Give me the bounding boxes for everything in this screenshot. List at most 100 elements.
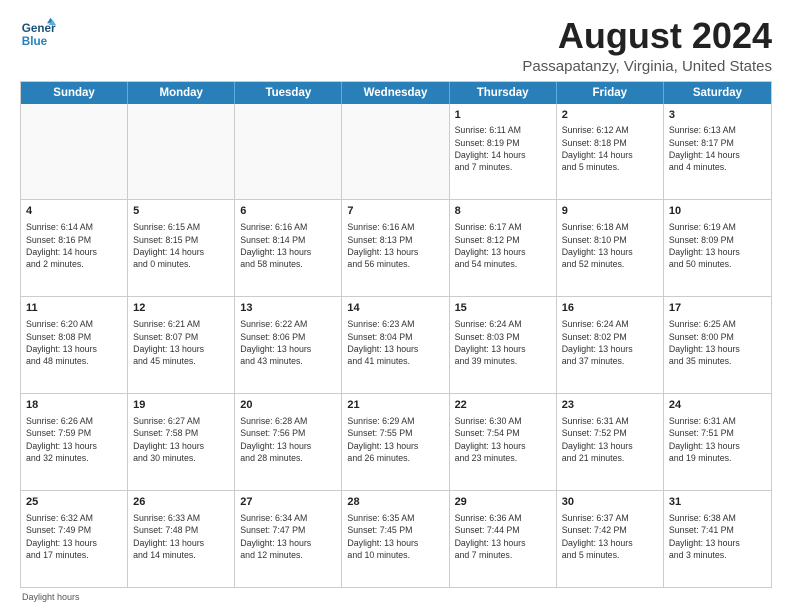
calendar-cell: 12 Sunrise: 6:21 AM Sunset: 8:07 PM Dayli… [128,297,235,393]
calendar-cell: 5 Sunrise: 6:15 AM Sunset: 8:15 PM Daylig… [128,200,235,296]
calendar-cell: 10Sunrise: 6:19 AM Sunset: 8:09 PM Dayli… [664,200,771,296]
header-friday: Friday [557,82,664,104]
cell-info: Sunrise: 6:31 AM Sunset: 7:52 PM Dayligh… [562,415,658,464]
cell-info: Sunrise: 6:15 AM Sunset: 8:15 PM Dayligh… [133,221,229,270]
calendar-cell: 30 Sunrise: 6:37 AM Sunset: 7:42 PM Dayli… [557,491,664,587]
cell-info: Sunrise: 6:11 AM Sunset: 8:19 PM Dayligh… [455,124,551,173]
calendar-cell: 21 Sunrise: 6:29 AM Sunset: 7:55 PM Dayli… [342,394,449,490]
cell-date-number: 18 [26,398,122,413]
header-wednesday: Wednesday [342,82,449,104]
calendar-cell: 25 Sunrise: 6:32 AM Sunset: 7:49 PM Dayli… [21,491,128,587]
cell-date-number: 14 [347,301,443,316]
cell-info: Sunrise: 6:38 AM Sunset: 7:41 PM Dayligh… [669,512,766,561]
calendar-cell: 4 Sunrise: 6:14 AM Sunset: 8:16 PM Daylig… [21,200,128,296]
cell-info: Sunrise: 6:24 AM Sunset: 8:03 PM Dayligh… [455,318,551,367]
cell-date-number: 31 [669,495,766,510]
cell-date-number: 25 [26,495,122,510]
calendar-cell: 20 Sunrise: 6:28 AM Sunset: 7:56 PM Dayli… [235,394,342,490]
cell-date-number: 29 [455,495,551,510]
header-sunday: Sunday [21,82,128,104]
subtitle: Passapatanzy, Virginia, United States [522,58,772,75]
cell-date-number: 8 [455,204,551,219]
calendar-cell: 24Sunrise: 6:31 AM Sunset: 7:51 PM Dayli… [664,394,771,490]
calendar-cell: 23Sunrise: 6:31 AM Sunset: 7:52 PM Dayli… [557,394,664,490]
week-row-2: 4 Sunrise: 6:14 AM Sunset: 8:16 PM Daylig… [21,200,771,297]
calendar-cell: 8Sunrise: 6:17 AM Sunset: 8:12 PM Daylig… [450,200,557,296]
calendar-cell: 18Sunrise: 6:26 AM Sunset: 7:59 PM Dayli… [21,394,128,490]
cell-date-number: 28 [347,495,443,510]
calendar-cell: 26 Sunrise: 6:33 AM Sunset: 7:48 PM Dayli… [128,491,235,587]
cell-info: Sunrise: 6:24 AM Sunset: 8:02 PM Dayligh… [562,318,658,367]
cell-info: Sunrise: 6:12 AM Sunset: 8:18 PM Dayligh… [562,124,658,173]
cell-info: Sunrise: 6:30 AM Sunset: 7:54 PM Dayligh… [455,415,551,464]
cell-date-number: 27 [240,495,336,510]
cell-date-number: 30 [562,495,658,510]
cell-date-number: 11 [26,301,122,316]
calendar-cell: 28 Sunrise: 6:35 AM Sunset: 7:45 PM Dayli… [342,491,449,587]
cell-date-number: 16 [562,301,658,316]
cell-date-number: 26 [133,495,229,510]
cell-date-number: 21 [347,398,443,413]
footer-note: Daylight hours [20,592,772,602]
cell-info: Sunrise: 6:18 AM Sunset: 8:10 PM Dayligh… [562,221,658,270]
cell-info: Sunrise: 6:35 AM Sunset: 7:45 PM Dayligh… [347,512,443,561]
calendar: Sunday Monday Tuesday Wednesday Thursday… [20,81,772,588]
calendar-cell: 13 Sunrise: 6:22 AM Sunset: 8:06 PM Dayli… [235,297,342,393]
cell-info: Sunrise: 6:21 AM Sunset: 8:07 PM Dayligh… [133,318,229,367]
calendar-cell: 14 Sunrise: 6:23 AM Sunset: 8:04 PM Dayli… [342,297,449,393]
cell-date-number: 17 [669,301,766,316]
cell-info: Sunrise: 6:19 AM Sunset: 8:09 PM Dayligh… [669,221,766,270]
header-tuesday: Tuesday [235,82,342,104]
header-thursday: Thursday [450,82,557,104]
cell-info: Sunrise: 6:33 AM Sunset: 7:48 PM Dayligh… [133,512,229,561]
calendar-cell: 2Sunrise: 6:12 AM Sunset: 8:18 PM Daylig… [557,104,664,200]
cell-date-number: 19 [133,398,229,413]
calendar-cell: 29Sunrise: 6:36 AM Sunset: 7:44 PM Dayli… [450,491,557,587]
cell-date-number: 24 [669,398,766,413]
cell-date-number: 1 [455,108,551,123]
svg-text:Blue: Blue [22,35,48,48]
calendar-cell: 9Sunrise: 6:18 AM Sunset: 8:10 PM Daylig… [557,200,664,296]
cell-info: Sunrise: 6:28 AM Sunset: 7:56 PM Dayligh… [240,415,336,464]
logo: General Blue [20,16,56,52]
cell-date-number: 3 [669,108,766,123]
cell-date-number: 6 [240,204,336,219]
calendar-cell [21,104,128,200]
cell-info: Sunrise: 6:14 AM Sunset: 8:16 PM Dayligh… [26,221,122,270]
cell-date-number: 20 [240,398,336,413]
cell-info: Sunrise: 6:16 AM Sunset: 8:14 PM Dayligh… [240,221,336,270]
calendar-cell: 16 Sunrise: 6:24 AM Sunset: 8:02 PM Dayli… [557,297,664,393]
calendar-cell [342,104,449,200]
logo-icon: General Blue [20,16,56,52]
cell-info: Sunrise: 6:32 AM Sunset: 7:49 PM Dayligh… [26,512,122,561]
calendar-cell: 11 Sunrise: 6:20 AM Sunset: 8:08 PM Dayli… [21,297,128,393]
header: General Blue August 2024 Passapatanzy, V… [20,16,772,75]
cell-date-number: 12 [133,301,229,316]
cell-info: Sunrise: 6:37 AM Sunset: 7:42 PM Dayligh… [562,512,658,561]
cell-date-number: 13 [240,301,336,316]
cell-date-number: 5 [133,204,229,219]
cell-info: Sunrise: 6:16 AM Sunset: 8:13 PM Dayligh… [347,221,443,270]
calendar-cell: 3Sunrise: 6:13 AM Sunset: 8:17 PM Daylig… [664,104,771,200]
cell-info: Sunrise: 6:20 AM Sunset: 8:08 PM Dayligh… [26,318,122,367]
week-row-5: 25 Sunrise: 6:32 AM Sunset: 7:49 PM Dayli… [21,491,771,587]
calendar-cell: 27 Sunrise: 6:34 AM Sunset: 7:47 PM Dayli… [235,491,342,587]
calendar-cell: 7 Sunrise: 6:16 AM Sunset: 8:13 PM Daylig… [342,200,449,296]
cell-date-number: 4 [26,204,122,219]
calendar-body: 1Sunrise: 6:11 AM Sunset: 8:19 PM Daylig… [21,104,771,587]
week-row-4: 18Sunrise: 6:26 AM Sunset: 7:59 PM Dayli… [21,394,771,491]
calendar-cell: 31 Sunrise: 6:38 AM Sunset: 7:41 PM Dayli… [664,491,771,587]
cell-date-number: 15 [455,301,551,316]
week-row-1: 1Sunrise: 6:11 AM Sunset: 8:19 PM Daylig… [21,104,771,201]
calendar-cell: 1Sunrise: 6:11 AM Sunset: 8:19 PM Daylig… [450,104,557,200]
calendar-cell: 15 Sunrise: 6:24 AM Sunset: 8:03 PM Dayli… [450,297,557,393]
cell-info: Sunrise: 6:23 AM Sunset: 8:04 PM Dayligh… [347,318,443,367]
cell-date-number: 7 [347,204,443,219]
calendar-cell: 22Sunrise: 6:30 AM Sunset: 7:54 PM Dayli… [450,394,557,490]
cell-info: Sunrise: 6:29 AM Sunset: 7:55 PM Dayligh… [347,415,443,464]
cell-info: Sunrise: 6:22 AM Sunset: 8:06 PM Dayligh… [240,318,336,367]
day-headers: Sunday Monday Tuesday Wednesday Thursday… [21,82,771,104]
cell-info: Sunrise: 6:27 AM Sunset: 7:58 PM Dayligh… [133,415,229,464]
calendar-cell [128,104,235,200]
cell-info: Sunrise: 6:34 AM Sunset: 7:47 PM Dayligh… [240,512,336,561]
